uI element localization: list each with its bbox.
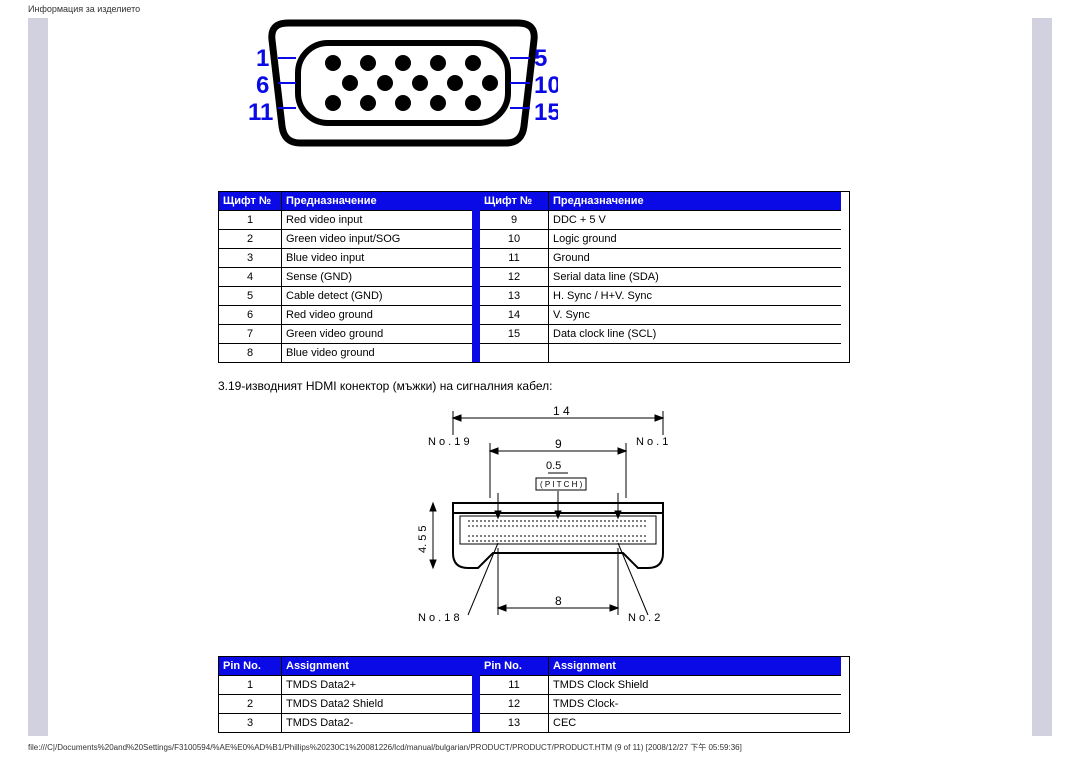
th: Предназначение [282,192,472,211]
td: 13 [480,287,548,306]
td: V. Sync [549,306,841,325]
td: 3 [219,249,281,268]
svg-text:11: 11 [248,99,273,126]
page-header: Информация за изделието [0,0,1080,14]
td: 14 [480,306,548,325]
td: Ground [549,249,841,268]
vga-diagram: 1 6 11 5 10 15 [248,18,1012,151]
svg-text:1: 1 [256,45,269,72]
td: 1 [219,676,281,695]
td: 5 [219,287,281,306]
td: TMDS Clock- [549,695,841,714]
td: 15 [480,325,548,344]
td: DDC + 5 V [549,211,841,230]
td: Serial data line (SDA) [549,268,841,287]
svg-text:0.5: 0.5 [546,460,561,472]
footer-path: file:///C|/Documents%20and%20Settings/F3… [28,742,1080,753]
svg-text:6: 6 [256,72,269,99]
td: Logic ground [549,230,841,249]
td: Blue video input [282,249,472,268]
svg-text:10: 10 [534,72,558,99]
td: Cable detect (GND) [282,287,472,306]
pin-table-hdmi: Pin No. 1 2 3 Assignment TMDS Data2+ TMD… [218,656,850,733]
td: 12 [480,695,548,714]
td: Green video ground [282,325,472,344]
td: 8 [219,344,281,362]
td: Green video input/SOG [282,230,472,249]
pin-table-vga: Щифт № 1 2 3 4 5 6 7 8 Предназначение Re… [218,191,850,363]
svg-text:9: 9 [555,437,562,451]
th: Предназначение [549,192,841,211]
td: TMDS Data2- [282,714,472,732]
td: 9 [480,211,548,230]
td: CEC [549,714,841,732]
svg-text:4. 5 5: 4. 5 5 [417,525,429,553]
td: 7 [219,325,281,344]
td: Red video input [282,211,472,230]
td: 2 [219,230,281,249]
td: TMDS Data2 Shield [282,695,472,714]
th: Pin No. [480,657,548,676]
svg-text:1 4: 1 4 [553,404,570,418]
hdmi-intro: 3.19-изводният HDMI конектор (мъжки) на … [218,379,1012,393]
svg-text:5: 5 [534,45,547,72]
svg-text:( P I T C H ): ( P I T C H ) [540,480,583,489]
td: TMDS Data2+ [282,676,472,695]
svg-text:N o . 1 9: N o . 1 9 [428,436,470,448]
svg-text:8: 8 [555,594,562,608]
td: Sense (GND) [282,268,472,287]
svg-text:N o . 1 8: N o . 1 8 [418,612,460,624]
td: Red video ground [282,306,472,325]
td: 13 [480,714,548,732]
td: 12 [480,268,548,287]
th: Щифт № [219,192,281,211]
td: 10 [480,230,548,249]
td: TMDS Clock Shield [549,676,841,695]
th: Pin No. [219,657,281,676]
td: Data clock line (SCL) [549,325,841,344]
th: Assignment [549,657,841,676]
td: H. Sync / H+V. Sync [549,287,841,306]
td: 6 [219,306,281,325]
td: 11 [480,249,548,268]
svg-text:N o . 1: N o . 1 [636,436,668,448]
td: Blue video ground [282,344,472,362]
td: 11 [480,676,548,695]
svg-text:N o . 2: N o . 2 [628,612,660,624]
svg-text:15: 15 [534,99,558,126]
content-frame: 1 6 11 5 10 15 Щифт № 1 2 [28,18,1052,736]
td: 2 [219,695,281,714]
hdmi-diagram: 1 4 9 N o . 1 9 N o . 1 0.5 ( P I T C H [398,403,1012,636]
td: 3 [219,714,281,732]
th: Assignment [282,657,472,676]
th: Щифт № [480,192,548,211]
td: 4 [219,268,281,287]
td: 1 [219,211,281,230]
